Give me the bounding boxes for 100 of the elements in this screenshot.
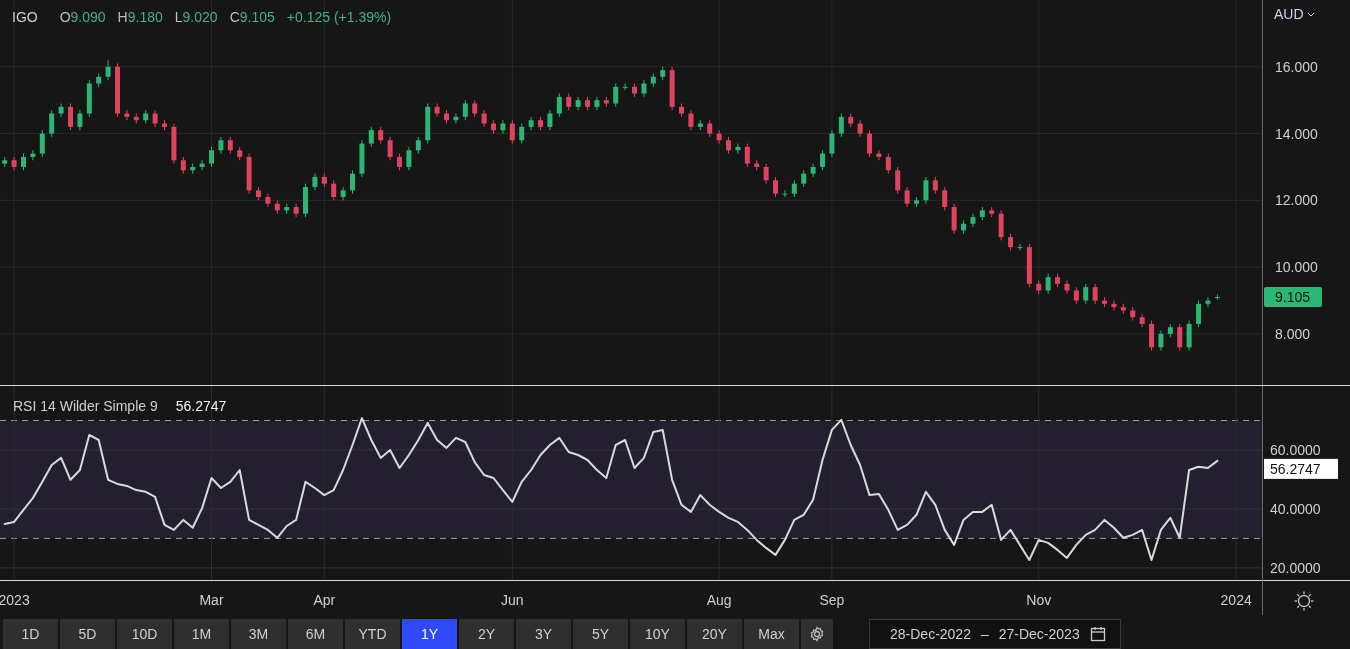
candlestick: [312, 173, 318, 191]
candlestick: [773, 176, 779, 198]
settings-button[interactable]: [801, 618, 833, 649]
candlestick: [989, 206, 995, 218]
candlestick: [491, 119, 496, 135]
candlestick: [1214, 294, 1220, 301]
price-tag: 9.105: [1264, 287, 1322, 307]
candlestick: [162, 119, 167, 131]
candlestick: [810, 163, 816, 178]
range-button[interactable]: 20Y: [687, 618, 742, 649]
candlestick: [1120, 303, 1126, 315]
candlestick: [86, 79, 92, 118]
candlestick: [425, 103, 431, 145]
sun-icon[interactable]: [1294, 591, 1314, 611]
range-button[interactable]: 5Y: [573, 618, 628, 649]
candlestick: [632, 83, 638, 98]
candlestick: [274, 199, 280, 215]
axis-label: 8.000: [1275, 325, 1311, 342]
axis-label: Jun: [501, 592, 524, 608]
axis-label: Nov: [1026, 592, 1052, 608]
candlestick: [1102, 296, 1108, 308]
candlestick: [1139, 313, 1145, 328]
axis-label: Mar: [199, 592, 224, 608]
range-button[interactable]: 3Y: [516, 618, 571, 649]
candlestick: [566, 93, 572, 111]
candlestick: [1111, 300, 1117, 312]
range-button[interactable]: 3M: [231, 618, 286, 649]
candlestick: [1073, 286, 1079, 305]
candlestick: [218, 136, 224, 155]
candlestick: [58, 103, 64, 118]
ohlc-value: C9.105: [229, 9, 275, 25]
candlestick: [1008, 233, 1014, 251]
calendar-icon: [1089, 625, 1106, 642]
price-tag: 56.2747: [1264, 458, 1338, 479]
candlestick: [679, 103, 685, 118]
candlestick: [914, 196, 920, 208]
candlestick: [340, 186, 346, 201]
axis-label: 40.0000: [1270, 500, 1321, 517]
range-button[interactable]: 6M: [288, 618, 343, 649]
candlestick: [979, 206, 985, 221]
candlestick: [904, 186, 910, 208]
candlestick: [115, 62, 120, 118]
candlestick: [1064, 280, 1070, 295]
candlestick: [1036, 280, 1042, 295]
range-button[interactable]: 1D: [3, 618, 58, 649]
candlestick: [923, 176, 929, 205]
candlestick: [1167, 323, 1173, 338]
candlestick: [942, 186, 948, 211]
axis-label: 2023: [0, 592, 30, 608]
range-button[interactable]: 10D: [117, 618, 172, 649]
range-button[interactable]: 5D: [60, 618, 115, 649]
range-button[interactable]: 1M: [174, 618, 229, 649]
candlestick: [716, 129, 722, 145]
change-value: +0.125 (+1.39%): [286, 9, 392, 25]
range-button[interactable]: 2Y: [459, 618, 514, 649]
candlestick: [519, 123, 525, 145]
candlestick: [603, 96, 609, 108]
candlestick: [754, 159, 760, 171]
range-button[interactable]: 10Y: [630, 618, 685, 649]
candlestick: [575, 96, 581, 111]
candlestick: [735, 143, 741, 155]
candlestick: [528, 116, 534, 131]
candlestick: [2, 156, 8, 168]
candlestick: [11, 156, 17, 171]
candlestick: [538, 116, 543, 131]
candlestick: [1017, 243, 1023, 251]
candlestick: [256, 186, 261, 201]
candlestick: [293, 203, 299, 218]
candlestick: [669, 66, 675, 111]
candlestick: [415, 136, 421, 155]
range-button[interactable]: 1Y: [402, 618, 457, 649]
range-button[interactable]: YTD: [345, 618, 400, 649]
axis-label: Apr: [313, 592, 336, 608]
candlestick: [39, 129, 45, 158]
candlestick: [1196, 300, 1202, 328]
candlestick: [791, 179, 797, 198]
caret-icon: [1306, 11, 1315, 17]
candlestick: [650, 72, 656, 88]
candlestick: [782, 189, 788, 198]
candlestick: [970, 213, 976, 228]
candlestick: [707, 119, 713, 138]
axis-label: Aug: [706, 592, 732, 608]
date-range-field[interactable]: 28-Dec-2022 – 27-Dec-2023: [869, 618, 1121, 649]
candlestick: [622, 83, 628, 91]
candlestick: [697, 119, 703, 131]
candlestick: [1026, 243, 1032, 288]
candlestick: [848, 113, 854, 128]
axis-label: 12.000: [1275, 192, 1318, 209]
candlestick: [594, 96, 600, 111]
candlestick: [152, 109, 158, 128]
candlestick: [434, 103, 440, 118]
candlestick: [462, 99, 468, 121]
candlestick: [237, 146, 243, 161]
range-button[interactable]: Max: [744, 618, 799, 649]
currency-dropdown[interactable]: AUD: [1274, 6, 1315, 22]
indicator-value: 56.2747: [175, 398, 227, 414]
candlestick: [453, 113, 459, 125]
axis-label: 60.0000: [1270, 442, 1321, 458]
indicator-title: RSI 14 Wilder Simple 9: [13, 398, 158, 414]
candlestick: [359, 139, 365, 178]
